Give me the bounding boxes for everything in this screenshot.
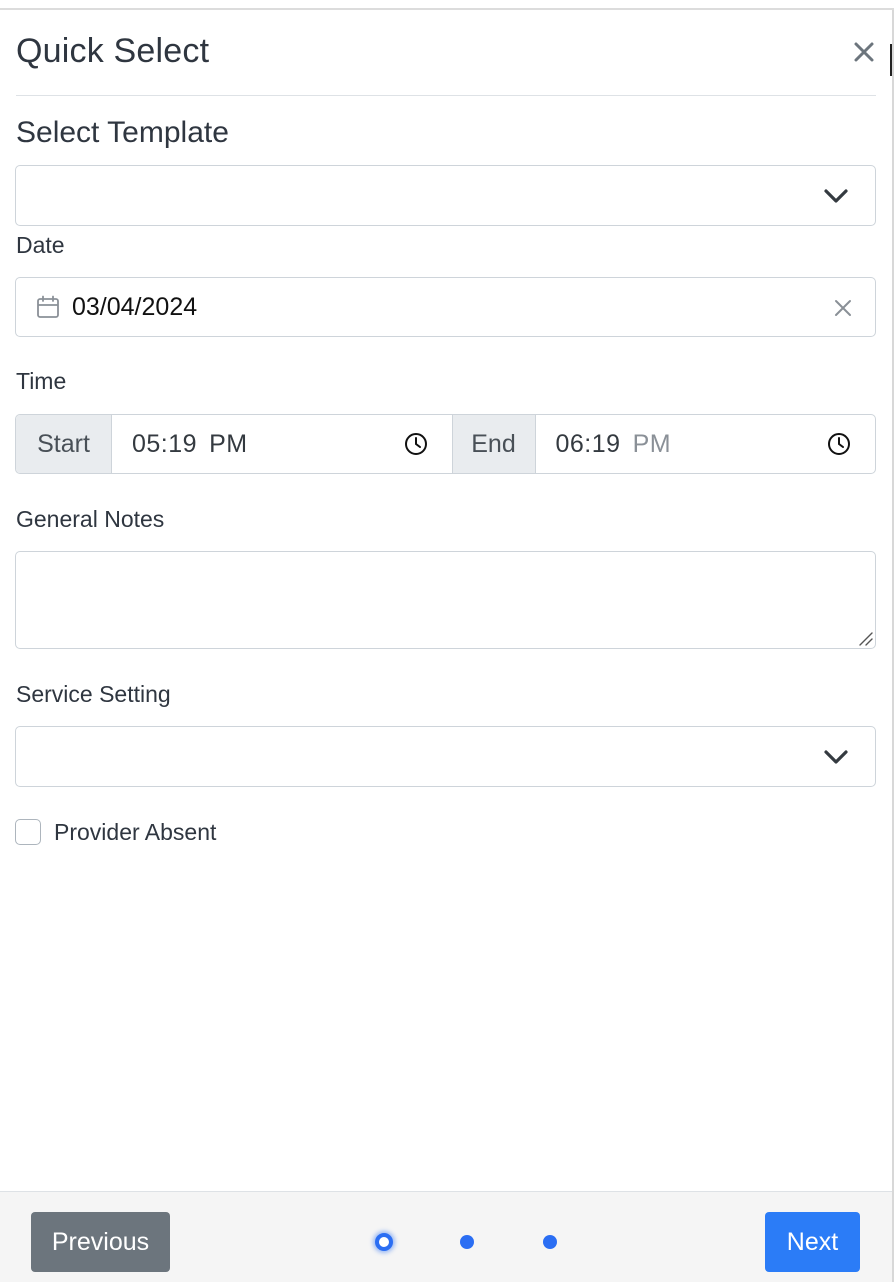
end-time-ampm: PM bbox=[632, 429, 672, 458]
next-button[interactable]: Next bbox=[765, 1212, 860, 1272]
step-indicator-1[interactable] bbox=[375, 1233, 393, 1251]
service-setting-label: Service Setting bbox=[16, 681, 171, 707]
clock-icon[interactable] bbox=[404, 432, 428, 456]
close-icon[interactable] bbox=[850, 38, 878, 66]
chevron-down-icon bbox=[824, 750, 848, 764]
resize-grip-icon[interactable] bbox=[857, 630, 873, 646]
provider-absent-label[interactable]: Provider Absent bbox=[54, 819, 216, 846]
start-time-value: 05:19 bbox=[132, 429, 198, 458]
step-indicator-3[interactable] bbox=[543, 1235, 557, 1249]
step-indicator-2[interactable] bbox=[460, 1235, 474, 1249]
provider-absent-row: Provider Absent bbox=[15, 818, 216, 846]
start-addon: Start bbox=[16, 415, 112, 473]
date-value: 03/04/2024 bbox=[72, 293, 198, 321]
template-select[interactable] bbox=[15, 165, 876, 226]
time-range-group: Start 05:19 PM End 06:19 PM bbox=[15, 414, 876, 474]
quick-select-modal: Quick Select Select Template Date 03/04/… bbox=[0, 10, 892, 1282]
time-label: Time bbox=[16, 368, 67, 394]
date-label: Date bbox=[16, 232, 65, 258]
start-time-ampm: PM bbox=[209, 429, 248, 458]
service-setting-select[interactable] bbox=[15, 726, 876, 787]
clear-icon[interactable] bbox=[833, 298, 853, 318]
provider-absent-checkbox[interactable] bbox=[15, 819, 41, 845]
clock-icon[interactable] bbox=[827, 432, 851, 456]
date-input[interactable]: 03/04/2024 bbox=[15, 277, 876, 337]
previous-button[interactable]: Previous bbox=[31, 1212, 170, 1272]
chevron-down-icon bbox=[824, 189, 848, 203]
start-time-input[interactable]: 05:19 PM bbox=[112, 415, 452, 473]
end-addon: End bbox=[451, 415, 536, 473]
general-notes-textarea[interactable] bbox=[15, 551, 876, 649]
calendar-icon bbox=[37, 295, 59, 318]
end-time-input[interactable]: 06:19 PM bbox=[536, 415, 876, 473]
modal-title: Quick Select bbox=[16, 32, 210, 70]
modal-footer: Previous Next bbox=[0, 1191, 892, 1282]
end-time-value: 06:19 bbox=[555, 429, 621, 458]
select-template-label: Select Template bbox=[16, 116, 229, 149]
general-notes-label: General Notes bbox=[16, 506, 165, 532]
modal-header: Quick Select bbox=[16, 10, 876, 96]
